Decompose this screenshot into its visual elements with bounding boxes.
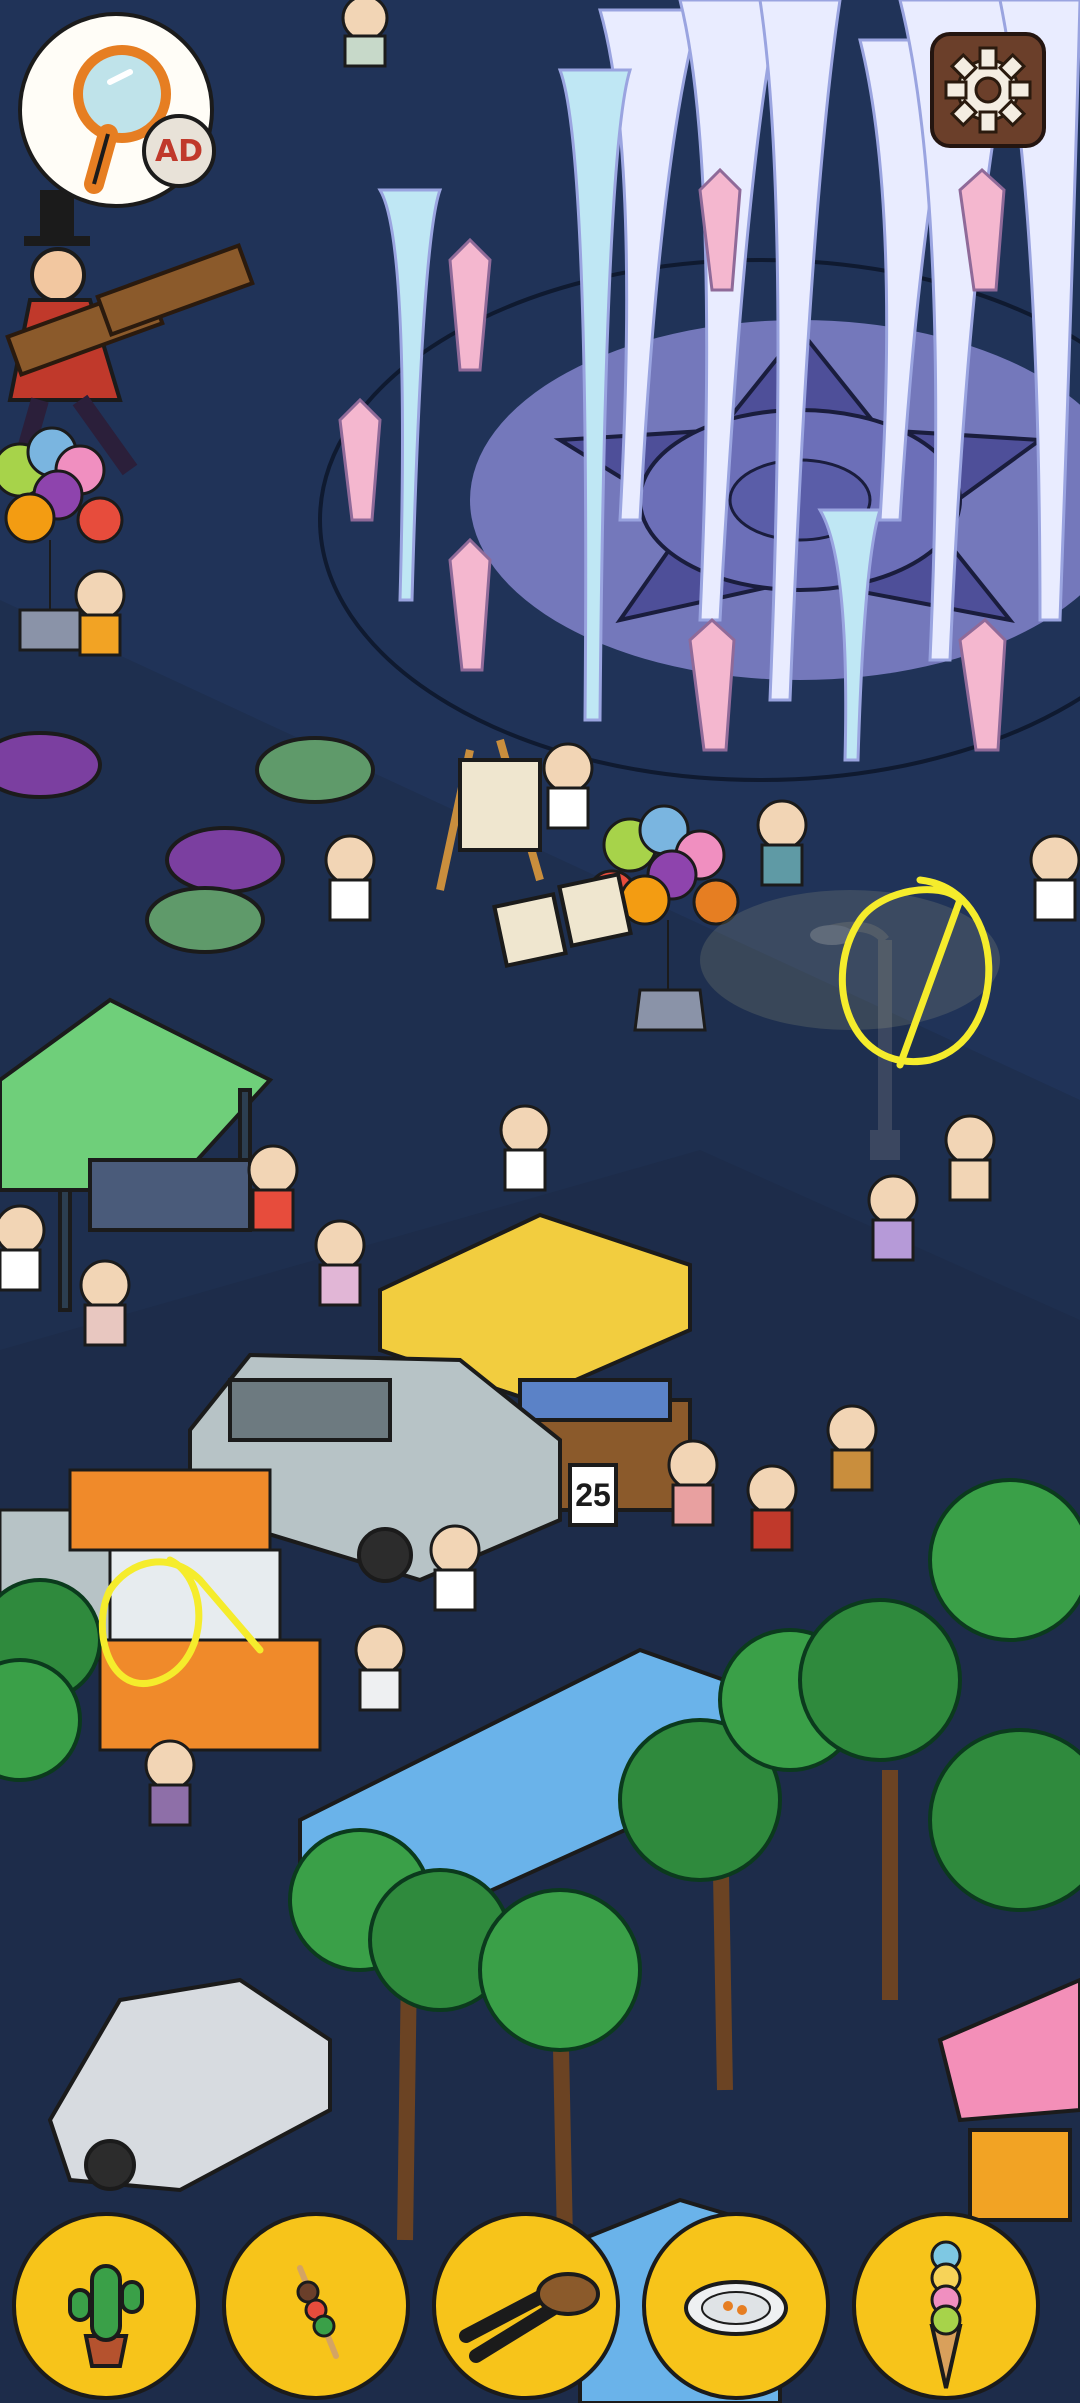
- hint-button[interactable]: AD: [18, 12, 216, 208]
- item-slot-ice-cream[interactable]: [852, 2212, 1040, 2400]
- settings-button[interactable]: [930, 32, 1046, 148]
- cactus-icon: [68, 2264, 144, 2368]
- item-slot-skewer[interactable]: [222, 2212, 410, 2400]
- ad-badge: AD: [142, 114, 216, 188]
- item-slot-cactus[interactable]: [12, 2212, 200, 2400]
- stall-number-sign: 25: [575, 1477, 611, 1513]
- game-scene[interactable]: 25: [0, 0, 1080, 2403]
- ice-cream-cone-icon: [929, 2240, 963, 2389]
- item-slot-tongs[interactable]: [432, 2212, 620, 2400]
- skewer-icon: [296, 2265, 339, 2359]
- plate-icon: [684, 2280, 788, 2336]
- item-bar: [0, 2212, 1080, 2403]
- item-slot-plate[interactable]: [642, 2212, 830, 2400]
- tongs-icon: [459, 2272, 600, 2363]
- gear-icon: [944, 46, 1032, 134]
